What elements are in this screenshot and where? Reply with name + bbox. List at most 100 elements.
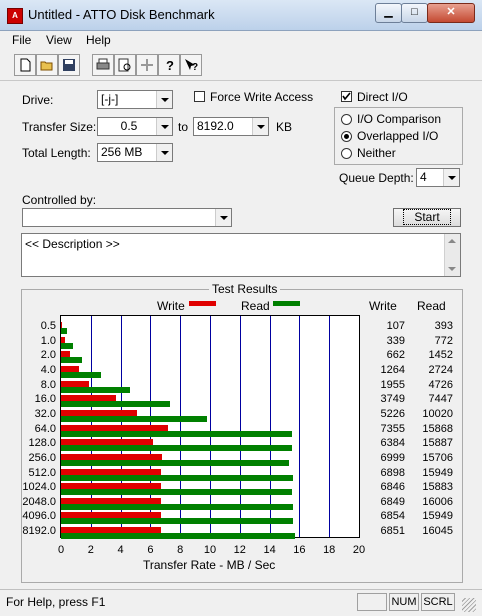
read-bar [61, 459, 289, 466]
category-label: 1.0 [40, 334, 56, 347]
queue-depth-label: Queue Depth: [339, 171, 414, 185]
read-value: 7447 [428, 393, 453, 406]
neither-label: Neither [357, 146, 396, 160]
help-icon[interactable]: ? [158, 54, 180, 76]
read-bar [61, 489, 292, 496]
app-icon: A [7, 8, 23, 24]
overlapped-io-radio[interactable] [341, 131, 352, 142]
x-tick-label: 20 [352, 544, 366, 556]
transfer-to-value: 8192.0 [197, 119, 234, 133]
chevron-down-icon [252, 118, 268, 135]
total-length-select[interactable]: 256 MB [97, 143, 173, 162]
force-write-checkbox[interactable] [194, 91, 205, 102]
category-label: 512.0 [28, 466, 56, 479]
resize-grip-icon[interactable] [462, 598, 476, 612]
menu-help[interactable]: Help [86, 33, 111, 47]
read-bar [61, 430, 292, 437]
start-button[interactable]: Start [393, 208, 461, 227]
read-value: 15868 [422, 422, 453, 435]
write-column-header: Write [369, 299, 397, 313]
new-icon[interactable] [14, 54, 36, 76]
read-bar [61, 533, 295, 540]
print-preview-icon[interactable] [114, 54, 136, 76]
transfer-from-select[interactable]: 0.5 [97, 117, 173, 136]
category-label: 8.0 [40, 378, 56, 391]
title-bar[interactable]: A Untitled - ATTO Disk Benchmark ▁ □ ✕ [0, 0, 482, 31]
status-panel-empty [357, 593, 387, 611]
read-value: 16045 [422, 525, 453, 538]
write-value: 7355 [380, 422, 405, 435]
legend-read-label: Read [241, 299, 270, 313]
start-button-label: Start [403, 209, 451, 225]
gridline [299, 316, 301, 537]
controlled-by-label: Controlled by: [22, 193, 97, 207]
drive-select[interactable]: [-j-] [97, 90, 173, 109]
svg-text:?: ? [192, 62, 198, 72]
chevron-down-icon [156, 91, 172, 108]
x-tick-label: 10 [203, 544, 217, 556]
x-tick-label: 0 [57, 544, 65, 556]
category-label: 4096.0 [22, 510, 56, 523]
print-icon[interactable] [92, 54, 114, 76]
save-icon[interactable] [58, 54, 80, 76]
drive-label: Drive: [22, 93, 54, 107]
read-bar [61, 518, 294, 525]
queue-depth-value: 4 [420, 170, 427, 184]
context-help-icon[interactable]: ? [180, 54, 202, 76]
io-comparison-radio[interactable] [341, 114, 352, 125]
drive-value: [-j-] [101, 92, 119, 106]
write-value: 3749 [380, 393, 405, 406]
menu-view[interactable]: View [46, 33, 72, 47]
neither-radio[interactable] [341, 148, 352, 159]
test-results-title: Test Results [209, 282, 281, 296]
svg-text:?: ? [166, 58, 174, 72]
description-scrollbar[interactable] [444, 234, 460, 276]
x-tick-label: 12 [233, 544, 246, 556]
io-comparison-label: I/O Comparison [357, 112, 442, 126]
transfer-to-select[interactable]: 8192.0 [193, 117, 269, 136]
queue-depth-select[interactable]: 4 [416, 168, 460, 187]
read-bar [61, 415, 208, 422]
x-tick-label: 6 [147, 544, 154, 556]
category-label: 1024.0 [22, 481, 56, 494]
chevron-down-icon [443, 169, 459, 186]
read-bar [61, 386, 130, 393]
open-icon[interactable] [36, 54, 58, 76]
move-icon[interactable] [136, 54, 158, 76]
write-value: 6849 [380, 495, 405, 508]
scroll-down-icon[interactable] [448, 267, 456, 271]
category-label: 0.5 [40, 320, 56, 332]
category-label: 128.0 [28, 437, 56, 450]
read-bar [61, 503, 294, 510]
write-value: 6851 [380, 525, 405, 538]
x-axis-label: Transfer Rate - MB / Sec [143, 558, 276, 572]
read-value: 772 [434, 334, 453, 347]
description-text: << Description >> [25, 237, 120, 251]
maximize-button[interactable]: □ [401, 3, 428, 23]
toolbar-divider [0, 80, 482, 81]
read-value: 4726 [428, 378, 453, 391]
controlled-by-select[interactable] [22, 208, 232, 227]
status-text: For Help, press F1 [6, 595, 106, 609]
window-title: Untitled - ATTO Disk Benchmark [28, 7, 215, 22]
direct-io-checkbox[interactable] [341, 91, 352, 102]
write-value: 5226 [380, 407, 405, 420]
write-value: 339 [386, 334, 405, 347]
close-button[interactable]: ✕ [427, 3, 475, 23]
description-textarea[interactable]: << Description >> [21, 233, 461, 277]
category-label: 64.0 [34, 422, 56, 435]
write-value: 107 [386, 320, 405, 332]
write-value: 6898 [380, 466, 405, 479]
read-value: 10020 [422, 407, 453, 420]
scroll-up-icon[interactable] [448, 239, 456, 243]
read-value: 15883 [422, 481, 453, 494]
x-tick-label: 4 [117, 544, 124, 556]
read-value: 16006 [422, 495, 453, 508]
x-tick-label: 2 [87, 544, 94, 556]
read-bar [61, 371, 102, 378]
minimize-button[interactable]: ▁ [375, 3, 402, 23]
write-value: 6384 [380, 437, 405, 450]
menu-file[interactable]: File [12, 33, 31, 47]
read-bar [61, 474, 294, 481]
chart-plot-area [60, 315, 360, 540]
